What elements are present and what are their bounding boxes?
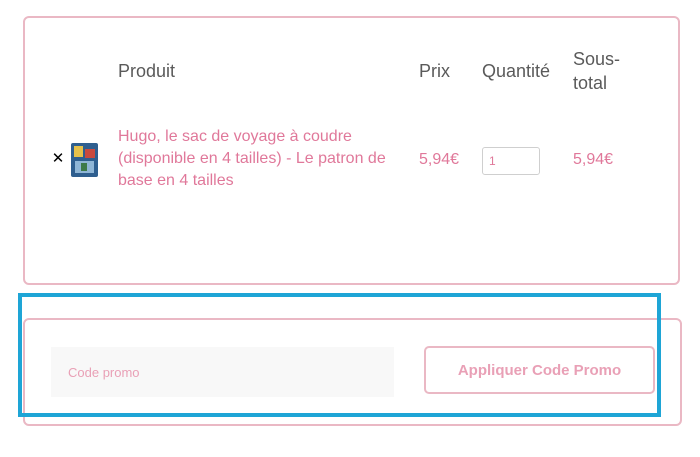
quantity-input[interactable]	[482, 147, 540, 175]
apply-coupon-button[interactable]: Appliquer Code Promo	[424, 346, 655, 394]
header-product: Produit	[118, 61, 176, 81]
product-name-link[interactable]: Hugo, le sac de voyage à coudre (disponi…	[118, 126, 408, 192]
product-thumbnail[interactable]	[71, 143, 98, 177]
header-subtotal: Sous- total	[573, 47, 620, 95]
header-quantity: Quantité	[482, 61, 551, 81]
header-subtotal-line2: total	[573, 73, 608, 93]
coupon-code-input[interactable]	[51, 347, 394, 397]
header-price: Prix	[419, 61, 450, 81]
item-subtotal: 5,94€	[573, 151, 614, 168]
item-price: 5,94€	[419, 151, 460, 168]
header-subtotal-line1: Sous-	[573, 49, 621, 69]
close-icon[interactable]: ✕	[51, 151, 65, 166]
